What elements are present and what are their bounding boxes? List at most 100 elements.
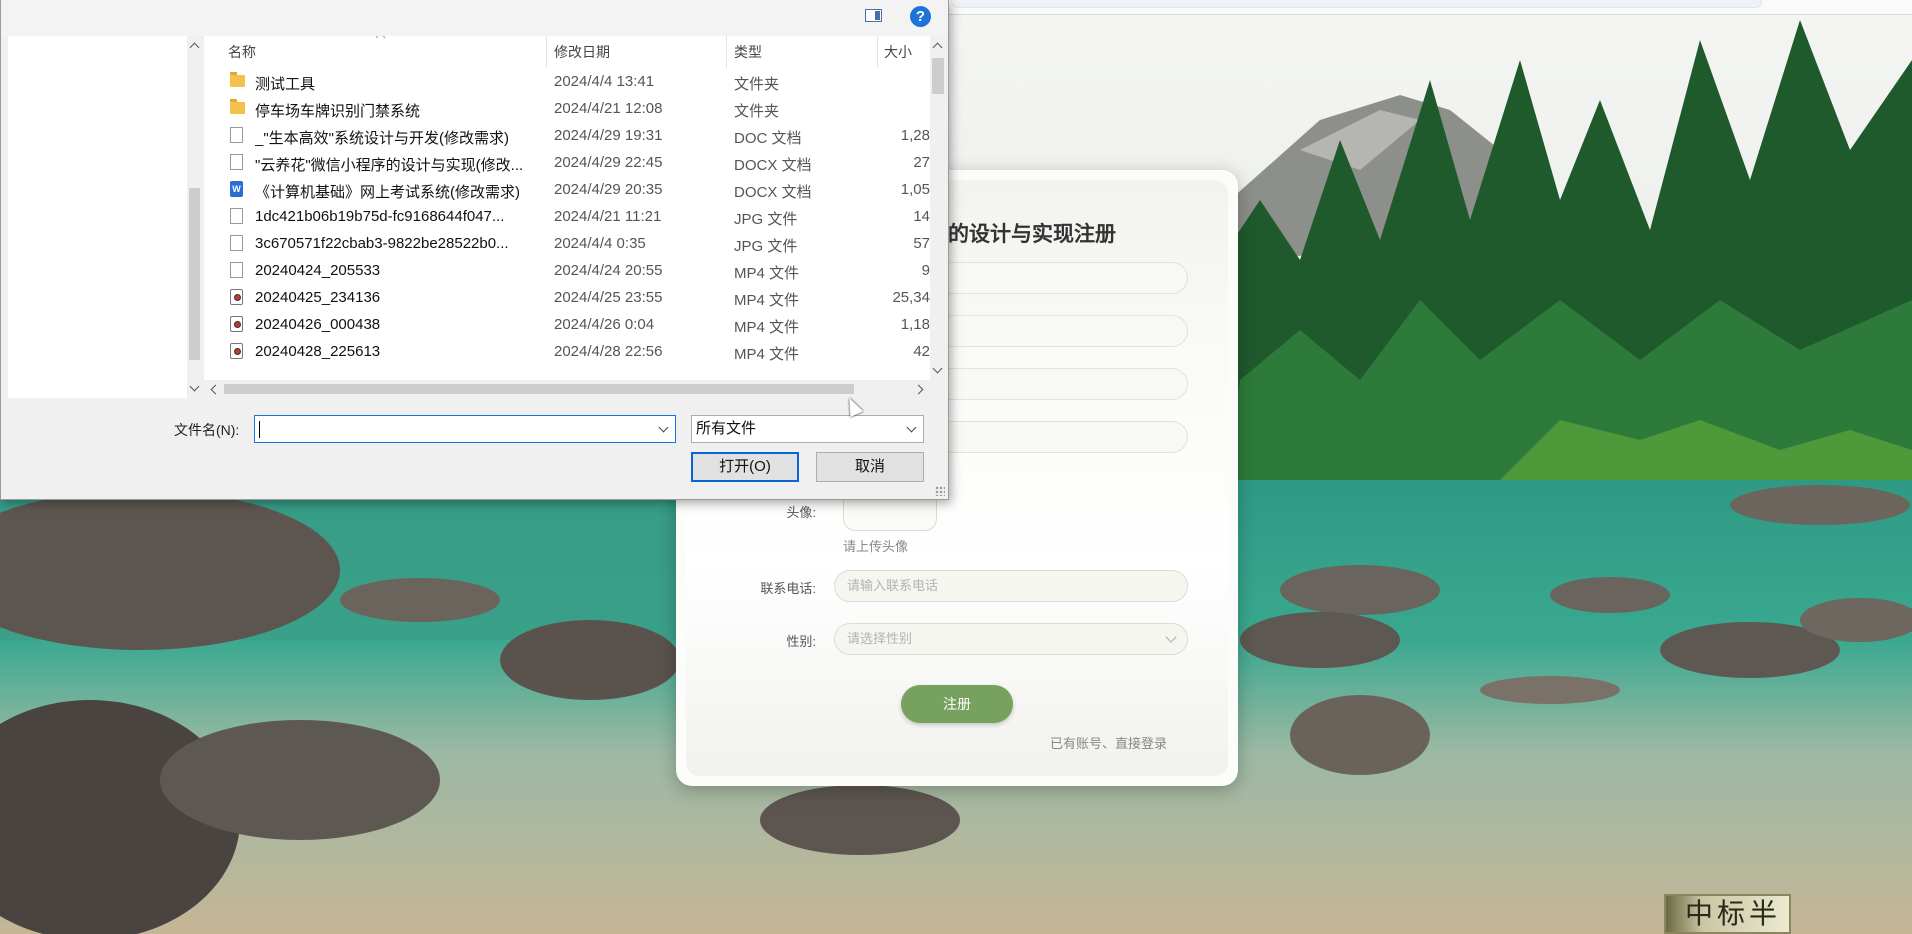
scroll-right-icon[interactable] bbox=[913, 384, 924, 395]
file-date: 2024/4/4 13:41 bbox=[554, 73, 655, 90]
column-header-name[interactable]: 名称 bbox=[228, 36, 256, 68]
file-date: 2024/4/21 12:08 bbox=[554, 100, 663, 117]
file-row[interactable]: 20240424_205533 2024/4/24 20:55 MP4 文件 9 bbox=[204, 257, 930, 284]
register-title: 的设计与实现注册 bbox=[948, 223, 1116, 246]
file-type: 文件夹 bbox=[734, 103, 780, 120]
gender-select[interactable]: 请选择性别 bbox=[834, 623, 1188, 655]
file-row[interactable]: 停车场车牌识别门禁系统 2024/4/21 12:08 文件夹 bbox=[204, 95, 930, 122]
file-type: DOCX 文档 bbox=[734, 157, 812, 174]
file-date: 2024/4/29 19:31 bbox=[554, 127, 663, 144]
phone-input[interactable]: 请输入联系电话 bbox=[834, 570, 1188, 602]
navigation-scrollbar[interactable] bbox=[187, 36, 202, 398]
column-separator[interactable] bbox=[877, 36, 878, 68]
file-row[interactable]: 测试工具 2024/4/4 13:41 文件夹 bbox=[204, 68, 930, 95]
register-button[interactable]: 注册 bbox=[901, 685, 1013, 723]
file-name: 20240426_000438 bbox=[255, 316, 381, 333]
gender-placeholder: 请选择性别 bbox=[847, 631, 913, 646]
open-button[interactable]: 打开(O) bbox=[691, 452, 799, 482]
file-size: 14 bbox=[913, 208, 930, 225]
file-type-filter[interactable]: 所有文件 bbox=[691, 415, 924, 443]
file-size: 1,05 bbox=[900, 181, 930, 198]
file-size: 25,34 bbox=[892, 289, 930, 306]
file-row[interactable]: 1dc421b06b19b75d-fc9168644f047... 2024/4/… bbox=[204, 203, 930, 230]
file-row[interactable]: 20240425_234136 2024/4/25 23:55 MP4 文件 25,3… bbox=[204, 284, 930, 311]
column-header-size[interactable]: 大小 bbox=[884, 36, 912, 68]
file-list: 名称 修改日期 类型 大小 测试工具 2024/4/4 13:41 文件夹 停车场车牌… bbox=[204, 36, 930, 380]
column-header-type[interactable]: 类型 bbox=[734, 36, 762, 68]
scroll-up-icon[interactable] bbox=[189, 42, 200, 53]
file-date: 2024/4/4 0:35 bbox=[554, 235, 646, 252]
column-header-date[interactable]: 修改日期 bbox=[554, 36, 610, 68]
file-name: 测试工具 bbox=[255, 76, 316, 93]
file-type: DOCX 文档 bbox=[734, 184, 812, 201]
vertical-scroll-thumb[interactable] bbox=[932, 58, 944, 94]
file-name: 停车场车牌识别门禁系统 bbox=[255, 103, 421, 120]
file-size: 9 bbox=[921, 262, 930, 279]
horizontal-scroll-thumb[interactable] bbox=[224, 384, 854, 394]
file-row[interactable]: _"生本高效"系统设计与开发(修改需求) 2024/4/29 19:31 DOC 文… bbox=[204, 122, 930, 149]
folder-icon bbox=[230, 99, 245, 114]
file-size: 1,18 bbox=[900, 316, 930, 333]
gender-label: 性别: bbox=[786, 634, 816, 649]
file-date: 2024/4/29 22:45 bbox=[554, 154, 663, 171]
cancel-button[interactable]: 取消 bbox=[816, 452, 924, 482]
file-type: DOC 文档 bbox=[734, 130, 802, 147]
scroll-left-icon[interactable] bbox=[210, 384, 221, 395]
help-icon[interactable]: ? bbox=[910, 6, 931, 27]
word-icon: W bbox=[230, 181, 243, 197]
file-name: 20240425_234136 bbox=[255, 289, 381, 306]
browser-address-bar[interactable] bbox=[951, 0, 1762, 8]
navigation-scroll-thumb[interactable] bbox=[189, 188, 200, 360]
file-type: JPG 文件 bbox=[734, 211, 798, 228]
navigation-pane bbox=[8, 36, 202, 398]
file-type: JPG 文件 bbox=[734, 238, 798, 255]
file-name: _"生本高效"系统设计与开发(修改需求) bbox=[255, 130, 509, 147]
file-row[interactable]: 20240428_225613 2024/4/28 22:56 MP4 文件 42 bbox=[204, 338, 930, 365]
file-size: 57 bbox=[913, 235, 930, 252]
file-type: MP4 文件 bbox=[734, 292, 800, 309]
file-date: 2024/4/26 0:04 bbox=[554, 316, 655, 333]
browser-address-strip bbox=[945, 0, 1912, 15]
video-icon bbox=[230, 289, 243, 305]
file-size: 27 bbox=[913, 154, 930, 171]
column-separator[interactable] bbox=[726, 36, 727, 68]
file-row[interactable]: W 《计算机基础》网上考试系统(修改需求) 2024/4/29 20:35 DOCX … bbox=[204, 176, 930, 203]
preview-pane-icon[interactable] bbox=[865, 9, 882, 22]
document-icon bbox=[230, 235, 243, 251]
resize-grip-icon[interactable] bbox=[935, 486, 945, 496]
file-date: 2024/4/21 11:21 bbox=[554, 208, 662, 225]
chevron-down-icon[interactable] bbox=[658, 422, 669, 433]
scroll-down-icon[interactable] bbox=[932, 363, 943, 374]
document-icon bbox=[230, 208, 243, 224]
file-row[interactable]: 3c670571f22cbab3-9822be28522b0... 2024/4/… bbox=[204, 230, 930, 257]
scroll-down-icon[interactable] bbox=[189, 381, 200, 392]
column-separator[interactable] bbox=[546, 36, 547, 68]
watermark-logo: 中标半 bbox=[1664, 894, 1791, 934]
login-link[interactable]: 已有账号、直接登录 bbox=[1050, 733, 1167, 752]
file-row[interactable]: "云养花"微信小程序的设计与实现(修改... 2024/4/29 22:45 DOC… bbox=[204, 149, 930, 176]
file-type: 文件夹 bbox=[734, 76, 780, 93]
scroll-up-icon[interactable] bbox=[932, 42, 943, 53]
file-row[interactable]: 20240426_000438 2024/4/26 0:04 MP4 文件 1,18 bbox=[204, 311, 930, 338]
file-date: 2024/4/24 20:55 bbox=[554, 262, 663, 279]
sort-ascending-icon bbox=[375, 36, 386, 43]
document-icon bbox=[230, 154, 243, 170]
file-name: 3c670571f22cbab3-9822be28522b0... bbox=[255, 235, 509, 252]
file-type: MP4 文件 bbox=[734, 265, 800, 282]
document-icon bbox=[230, 127, 243, 143]
video-icon bbox=[230, 343, 243, 359]
folder-icon bbox=[230, 72, 245, 87]
dialog-toolbar: ? bbox=[1, 0, 948, 36]
file-date: 2024/4/28 22:56 bbox=[554, 343, 663, 360]
file-date: 2024/4/29 20:35 bbox=[554, 181, 663, 198]
file-size: 1,28 bbox=[900, 127, 930, 144]
filename-input[interactable] bbox=[254, 415, 676, 443]
file-list-vertical-scrollbar[interactable] bbox=[930, 36, 946, 380]
file-open-dialog: ? 名称 修改日期 类型 大小 测试工具 2024/4/4 13:41 文件夹 停车场… bbox=[0, 0, 949, 500]
file-name: "云养花"微信小程序的设计与实现(修改... bbox=[255, 157, 524, 174]
file-date: 2024/4/25 23:55 bbox=[554, 289, 663, 306]
file-list-horizontal-scrollbar[interactable] bbox=[204, 380, 930, 398]
file-name: 20240428_225613 bbox=[255, 343, 381, 360]
phone-label: 联系电话: bbox=[760, 581, 816, 596]
chevron-down-icon bbox=[906, 422, 917, 433]
